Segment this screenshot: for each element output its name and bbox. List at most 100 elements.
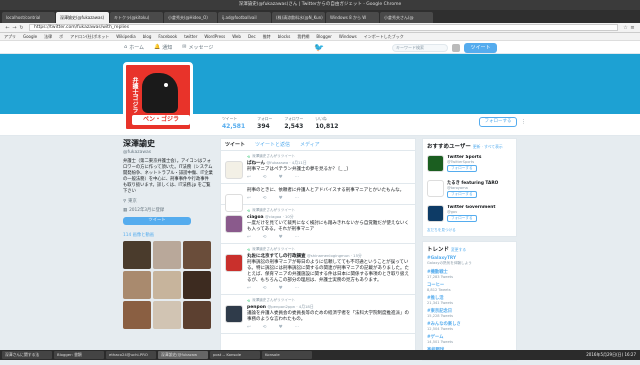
more-icon[interactable]: ⋯: [295, 175, 300, 180]
reload-icon[interactable]: ↻: [18, 25, 25, 31]
trend-item[interactable]: #みんなの楽しさ 12,504 Tweets: [427, 321, 512, 331]
tab-tweets[interactable]: ツイート: [225, 141, 245, 148]
bookmark[interactable]: blog: [143, 34, 152, 39]
more-icon[interactable]: ⋯: [295, 196, 300, 201]
reply-icon[interactable]: ↩: [247, 196, 251, 201]
browser-tab[interactable]: localhost/contrial: [2, 12, 55, 23]
browser-tab[interactable]: 小倉秀夫(@Hideo_O): [164, 12, 217, 23]
trend-item[interactable]: #機動戦士 17,283 Tweets: [427, 269, 512, 279]
browser-tab[interactable]: (株)清涼飲料水(@N_Kun): [272, 12, 325, 23]
like-icon[interactable]: ♥: [279, 235, 283, 240]
tweet-author[interactable]: ciagoa: [247, 215, 264, 220]
like-icon[interactable]: ♥: [279, 175, 283, 180]
taskbar-item[interactable]: ethaco24@uchi-PRO: [106, 351, 156, 359]
suggested-follow-button[interactable]: フォローする: [447, 215, 477, 222]
tab-tweets-replies[interactable]: ツイートと返信: [255, 141, 290, 148]
suggested-user-handle[interactable]: @TwitterSports: [447, 160, 512, 164]
browser-tab[interactable]: ij.ad@footballvail: [218, 12, 271, 23]
tweet[interactable]: ⟲ 深澤諭史さんがリツイート penpon @penpon2ppn · 4月18日議…: [221, 295, 415, 334]
nav-messages[interactable]: ✉ メッセージ: [182, 44, 213, 51]
tweet-to-user-button[interactable]: ツイート: [123, 217, 191, 225]
bookmark[interactable]: ボ: [59, 34, 63, 40]
suggested-follow-button[interactable]: フォローする: [447, 165, 477, 172]
tweet-handle[interactable]: @ciagoa · 10分: [265, 214, 294, 219]
bookmark[interactable]: 我們網: [297, 34, 309, 40]
media-thumbnail[interactable]: [183, 241, 211, 269]
retweet-action-icon[interactable]: ⟲: [263, 286, 267, 291]
tweet[interactable]: ⟲ 深澤諭史さんがリツイート ばね一ん @fukazawa · 4月11日 刑事マニア…: [221, 151, 415, 184]
browser-tab[interactable]: Windows 8 から W: [326, 12, 379, 23]
trend-item[interactable]: コーヒー 8,812 Tweets: [427, 282, 512, 292]
tweet-author[interactable]: ばね一ん: [247, 161, 265, 166]
bookmark[interactable]: Dec: [248, 34, 256, 39]
stat-likes[interactable]: いいね 10,812: [315, 116, 338, 130]
bookmark[interactable]: アドロン(社)ボネット: [70, 34, 109, 40]
url-input[interactable]: https://twitter.com/fukazawas/with_repli…: [29, 24, 618, 31]
media-thumbnail[interactable]: [123, 271, 151, 299]
suggested-user-avatar[interactable]: [427, 205, 444, 222]
browser-tab-active[interactable]: 深澤諭史(@fukazawas): [56, 12, 109, 23]
nav-notifications[interactable]: 🔔 通知: [154, 44, 172, 51]
tweet-handle[interactable]: @fukazawa · 4月11日: [266, 160, 306, 165]
bookmark[interactable]: Wikipedia: [116, 34, 136, 39]
menu-icon[interactable]: ≡: [629, 25, 636, 31]
bookmark[interactable]: Windows: [339, 34, 357, 39]
tweet-avatar[interactable]: [225, 305, 243, 323]
media-thumbnail[interactable]: [183, 271, 211, 299]
trend-item[interactable]: #東京記念日 15,228 Tweets: [427, 308, 512, 318]
media-thumbnail[interactable]: [153, 301, 181, 329]
media-thumbnail[interactable]: [153, 241, 181, 269]
reply-icon[interactable]: ↩: [247, 175, 251, 180]
nav-home[interactable]: ⌂ ホーム: [124, 44, 144, 51]
tweet-author[interactable]: penpon: [247, 305, 266, 310]
trends-change-link[interactable]: 変更する: [451, 247, 466, 252]
bookmark[interactable]: 法律: [44, 34, 52, 40]
tweet-avatar[interactable]: [225, 254, 243, 272]
more-options-icon[interactable]: ⋮: [521, 119, 526, 125]
bookmark[interactable]: Facebook: [158, 34, 177, 39]
tweet-avatar[interactable]: [225, 161, 243, 179]
suggested-follow-button[interactable]: フォローする: [447, 191, 477, 198]
suggested-user-handle[interactable]: @taroyama: [447, 186, 512, 190]
profile-handle[interactable]: @fukazawas: [123, 150, 213, 155]
retweet-action-icon[interactable]: ⟲: [263, 175, 267, 180]
browser-tab[interactable]: 小倉秀夫さん(@: [380, 12, 433, 23]
media-link[interactable]: 114 画像と動画: [123, 232, 213, 238]
media-thumbnail[interactable]: [153, 271, 181, 299]
media-thumbnail[interactable]: [123, 301, 151, 329]
star-icon[interactable]: ☆: [622, 25, 629, 31]
more-icon[interactable]: ⋯: [295, 286, 300, 291]
tweet[interactable]: 刑事のときに、依頼者に弁護人とアドバイスする刑事マニアとかいたもんな。 ↩ ⟲ ♥ ⋯: [221, 184, 415, 212]
tweet-handle[interactable]: @shinamenlogingmun · 15分: [307, 253, 362, 258]
follow-button[interactable]: フォローする: [479, 117, 517, 127]
more-icon[interactable]: ⋯: [295, 325, 300, 330]
find-friends-link[interactable]: 友だちを見つける: [427, 228, 512, 233]
reply-icon[interactable]: ↩: [247, 286, 251, 291]
retweet-action-icon[interactable]: ⟲: [263, 235, 267, 240]
twitter-bird-icon[interactable]: 🐦: [314, 43, 324, 52]
who-to-follow-refresh[interactable]: 更新 · すべて表示: [473, 144, 503, 149]
taskbar-item[interactable]: Blogger: 書類: [54, 351, 104, 359]
bookmark[interactable]: インポートしたブック: [364, 34, 404, 40]
media-thumbnail[interactable]: [123, 241, 151, 269]
suggested-user-handle[interactable]: @gov: [447, 210, 512, 214]
taskbar-item[interactable]: 深澤さんに関する法: [2, 351, 52, 359]
taskbar-item[interactable]: post -- Konsole: [210, 351, 260, 359]
back-icon[interactable]: ←: [4, 25, 11, 31]
tweet[interactable]: ⟲ 深澤諭史さんがリツイート 丸佐に北京すてしの行政調査 @shinamenlogi…: [221, 244, 415, 295]
tweet[interactable]: ⟲ 深澤諭史さんがリツイート ciagoa @ciagoa · 10分 一度だけを見て…: [221, 205, 415, 244]
bookmark[interactable]: アプリ: [4, 34, 16, 40]
bookmark[interactable]: WordPress: [204, 34, 225, 39]
tab-media[interactable]: メディア: [300, 141, 320, 148]
like-icon[interactable]: ♥: [279, 325, 283, 330]
tweet-handle[interactable]: @penpon2ppn · 4月18日: [267, 304, 313, 309]
tweet-author[interactable]: 丸佐に北京すてしの行政調査: [247, 254, 306, 259]
taskbar-item[interactable]: 深澤諭史(@fukazaw: [158, 351, 208, 359]
user-avatar[interactable]: [452, 44, 460, 52]
reply-icon[interactable]: ↩: [247, 325, 251, 330]
bookmark[interactable]: Web: [232, 34, 241, 39]
profile-name[interactable]: 深澤諭史: [123, 138, 213, 149]
bookmark[interactable]: 推特: [263, 34, 271, 40]
trend-item[interactable]: #GalaxyTRY Galaxyの熱気を体験しよう: [427, 256, 512, 266]
stat-tweets[interactable]: ツイート 42,581: [222, 116, 245, 130]
